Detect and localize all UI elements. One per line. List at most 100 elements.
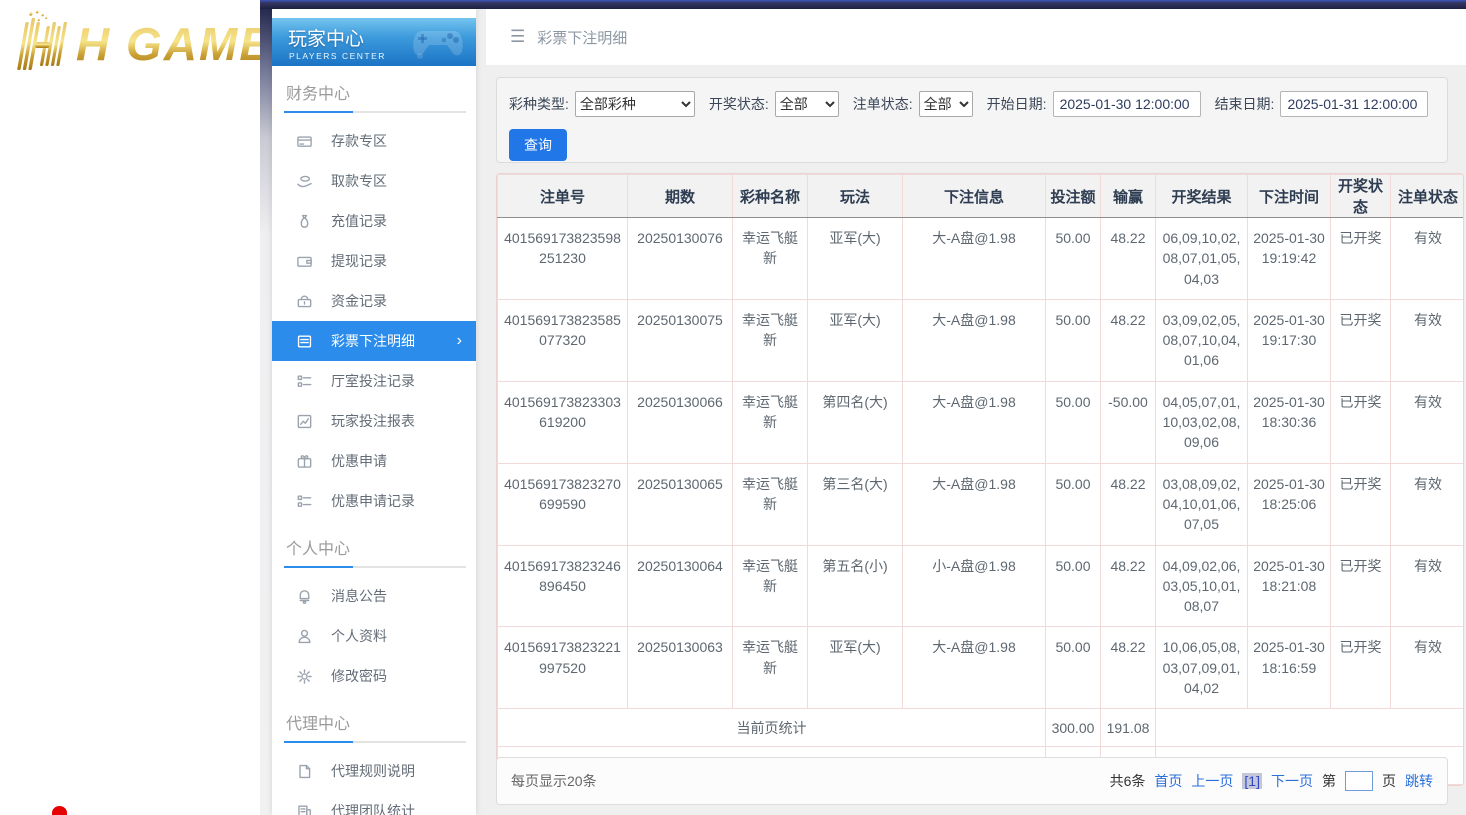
sidebar-item-label: 个人资料 [331,626,387,646]
sidebar-item-label: 充值记录 [331,211,387,231]
sidebar-item-player-bet-report[interactable]: 玩家投注报表 [272,401,476,441]
menu-icon[interactable]: ☰ [510,27,525,47]
cell-lottery-name: 幸运飞艇新 [733,299,808,381]
sidebar-item-recharge-records[interactable]: 充值记录 [272,201,476,241]
sidebar-item-hall-bet-records[interactable]: 厅室投注记录 [272,361,476,401]
withdraw-hand-icon [296,173,313,190]
cell-order-status: 有效 [1391,463,1465,545]
table-row: 40156917382359825123020250130076幸运飞艇新亚军(… [498,218,1465,300]
sidebar-gradient-strip [260,9,272,815]
brand-panel: H GAME [0,0,260,815]
cell-bet-amount: 50.00 [1046,299,1101,381]
cell-winloss: -50.00 [1101,381,1156,463]
bets-table: 注单号期数彩种名称玩法下注信息投注额输赢开奖结果下注时间开奖状态注单状态 401… [497,174,1464,785]
cell-bet-time: 2025-01-30 18:30:36 [1248,381,1331,463]
service-icon-partial[interactable] [52,806,67,815]
section-underline [284,111,466,113]
bet-detail-icon [296,333,313,350]
cell-bet-info: 小-A盘@1.98 [903,545,1046,627]
sidebar-item-change-password[interactable]: 修改密码 [272,656,476,696]
cell-draw-result: 06,09,10,02,08,07,01,05,04,03 [1156,218,1248,300]
draw-status-select[interactable]: 全部 [775,91,839,117]
sidebar-menu: 财务中心存款专区取款专区充值记录提现记录资金记录彩票下注明细›厅室投注记录玩家投… [272,66,476,815]
cell-bet-info: 大-A盘@1.98 [903,381,1046,463]
cell-lottery-name: 幸运飞艇新 [733,627,808,709]
cell-period: 20250130063 [628,627,733,709]
sidebar-item-withdraw-zone[interactable]: 取款专区 [272,161,476,201]
prev-page-link[interactable]: 上一页 [1191,771,1233,791]
sidebar-header: 玩家中心 PLAYERS CENTER [272,18,476,66]
cell-order-status: 有效 [1391,545,1465,627]
cell-draw-status: 已开奖 [1331,381,1391,463]
screen: H GAME 玩家中心 PLAYERS CENTER 财务中心存款专区取 [0,0,1466,815]
page-jump-input[interactable] [1345,771,1373,791]
sidebar-item-deposit-zone[interactable]: 存款专区 [272,121,476,161]
sidebar-item-label: 取款专区 [331,171,387,191]
cell-bet-time: 2025-01-30 18:16:59 [1248,627,1331,709]
cell-draw-result: 03,09,02,05,08,07,10,04,01,06 [1156,299,1248,381]
sidebar-item-agent-rules[interactable]: 代理规则说明 [272,751,476,791]
cell-order-id: 401569173823598251230 [498,218,628,300]
cell-bet-time: 2025-01-30 19:19:42 [1248,218,1331,300]
cell-lottery-name: 幸运飞艇新 [733,545,808,627]
order-status-select[interactable]: 全部 [919,91,973,117]
cell-winloss: 48.22 [1101,545,1156,627]
cell-order-id: 401569173823303619200 [498,381,628,463]
sidebar-item-label: 修改密码 [331,666,387,686]
cell-period: 20250130075 [628,299,733,381]
sidebar-item-lottery-bet-details[interactable]: 彩票下注明细› [272,321,476,361]
cell-order-status: 有效 [1391,627,1465,709]
search-button[interactable]: 查询 [509,129,567,161]
start-date-input[interactable] [1053,91,1201,117]
sidebar-item-withdrawal-records[interactable]: 提现记录 [272,241,476,281]
cell-draw-status: 已开奖 [1331,545,1391,627]
next-page-link[interactable]: 下一页 [1271,771,1313,791]
cell-lottery-name: 幸运飞艇新 [733,381,808,463]
sidebar-item-agent-team-stats[interactable]: 代理团队统计 [272,791,476,815]
players-center-app: 玩家中心 PLAYERS CENTER 财务中心存款专区取款专区充值记录提现记录… [260,0,1466,815]
cell-winloss: 48.22 [1101,218,1156,300]
summary-row-current-page: 当前页统计300.00191.08 [498,709,1465,747]
cell-order-id: 401569173823221997520 [498,627,628,709]
current-page-badge[interactable]: [1] [1242,773,1262,789]
sidebar-item-label: 玩家投注报表 [331,411,415,431]
order-status-label: 注单状态: [853,94,913,114]
sidebar-item-label: 提现记录 [331,251,387,271]
cell-order-status: 有效 [1391,381,1465,463]
summary-empty [1156,709,1465,747]
top-dark-bar [260,0,1466,9]
hgame-logo: H GAME [6,8,260,74]
bell-icon [296,588,313,605]
cell-lottery-name: 幸运飞艇新 [733,463,808,545]
jump-prefix-label: 第 [1322,771,1336,791]
col-header-order-id: 注单号 [498,175,628,218]
sidebar-item-promo-apply[interactable]: 优惠申请 [272,441,476,481]
cell-draw-result: 04,09,02,06,03,05,10,01,08,07 [1156,545,1248,627]
cell-bet-time: 2025-01-30 18:21:08 [1248,545,1331,627]
jump-button[interactable]: 跳转 [1405,771,1433,791]
section-title: 个人中心 [272,521,476,566]
end-date-input[interactable] [1280,91,1428,117]
sidebar-item-funds-records[interactable]: 资金记录 [272,281,476,321]
lottery-type-select[interactable]: 全部彩种 [575,91,695,117]
cell-winloss: 48.22 [1101,463,1156,545]
cell-bet-info: 大-A盘@1.98 [903,218,1046,300]
main-area: ☰ 彩票下注明细 彩种类型: 全部彩种 开奖状态: 全部 注单状态: 全部 [486,9,1466,815]
cell-period: 20250130076 [628,218,733,300]
sidebar-item-announcements[interactable]: 消息公告 [272,576,476,616]
end-date-label: 结束日期: [1215,94,1275,114]
filter-panel: 彩种类型: 全部彩种 开奖状态: 全部 注单状态: 全部 开始日期: 结束日期: [496,77,1448,163]
sidebar-item-label: 代理规则说明 [331,761,415,781]
cell-draw-result: 10,06,05,08,03,07,09,01,04,02 [1156,627,1248,709]
section-title: 财务中心 [272,66,476,111]
sidebar-item-profile[interactable]: 个人资料 [272,616,476,656]
cell-bet-info: 大-A盘@1.98 [903,299,1046,381]
money-bag-icon [296,213,313,230]
first-page-link[interactable]: 首页 [1154,771,1182,791]
summary-label: 当前页统计 [498,709,1046,747]
sidebar-item-promo-apply-records[interactable]: 优惠申请记录 [272,481,476,521]
cell-order-id: 401569173823585077320 [498,299,628,381]
cell-winloss: 48.22 [1101,627,1156,709]
promo-icon [296,453,313,470]
col-header-bet-info: 下注信息 [903,175,1046,218]
